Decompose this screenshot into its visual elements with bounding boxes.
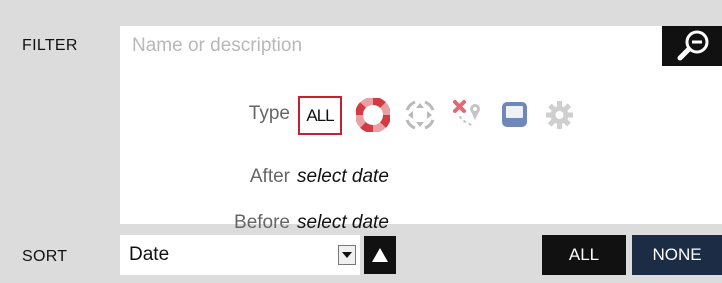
before-date-picker[interactable]: select date (297, 212, 389, 234)
window-icon (502, 102, 527, 127)
after-row: After select date (120, 166, 722, 196)
search-button[interactable] (662, 26, 722, 66)
lifebuoy-icon (356, 98, 390, 132)
gear-icon (546, 101, 573, 129)
select-none-button[interactable]: NONE (632, 235, 722, 275)
select-all-button[interactable]: ALL (542, 235, 626, 275)
type-label: Type (248, 103, 290, 124)
search-input[interactable] (120, 26, 662, 66)
route-marker-icon (453, 100, 480, 129)
type-filter-route-marker[interactable] (450, 98, 484, 132)
type-filter-lifebuoy[interactable] (356, 98, 390, 132)
type-all-button[interactable]: ALL (298, 96, 342, 135)
crosshair-icon (405, 100, 435, 130)
type-row: Type ALL (120, 96, 722, 135)
sort-label: SORT (22, 248, 68, 265)
type-filter-window[interactable] (497, 98, 531, 132)
sort-selected-value: Date (129, 244, 170, 265)
after-date-picker[interactable]: select date (297, 166, 389, 188)
filter-panel: Type ALL (120, 26, 722, 233)
sort-direction-button[interactable] (364, 236, 396, 274)
type-filter-crosshair[interactable] (403, 98, 437, 132)
before-label: Before (234, 212, 290, 233)
after-label: After (249, 166, 290, 187)
triangle-up-icon (372, 248, 388, 262)
search-icon (677, 30, 709, 61)
type-filter-gear[interactable] (542, 98, 576, 132)
type-all-label: ALL (306, 105, 334, 125)
dropdown-arrow-icon[interactable] (338, 245, 356, 265)
sort-select[interactable]: Date (120, 235, 360, 275)
filter-label: FILTER (22, 37, 78, 54)
